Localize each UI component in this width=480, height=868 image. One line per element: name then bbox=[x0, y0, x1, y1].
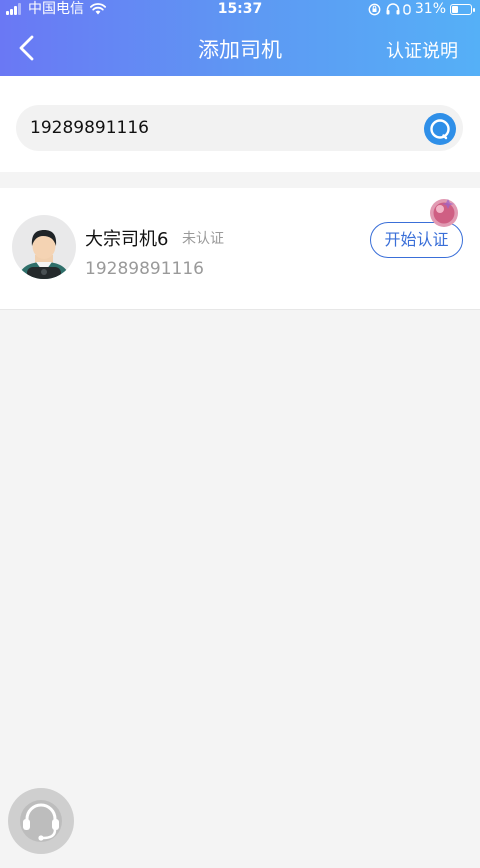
search-section bbox=[0, 76, 480, 172]
search-icon bbox=[430, 119, 450, 140]
battery-icon bbox=[450, 3, 475, 15]
certification-status: 未认证 bbox=[182, 231, 224, 247]
orientation-lock-icon bbox=[368, 3, 381, 15]
driver-card[interactable]: 大宗司机6 未认证 19289891116 开始认证 bbox=[0, 188, 480, 310]
floating-bubble-icon[interactable] bbox=[428, 196, 460, 228]
headset-icon bbox=[20, 800, 62, 842]
status-right: 31% bbox=[368, 0, 475, 18]
app-header: 中国电信 15:37 31% 添加司机 认证说明 bbox=[0, 0, 480, 76]
search-input[interactable] bbox=[30, 105, 410, 151]
battery-level bbox=[452, 5, 458, 13]
status-bar: 中国电信 15:37 31% bbox=[0, 0, 480, 18]
driver-avatar-icon bbox=[18, 230, 70, 279]
headphones-icon bbox=[386, 3, 400, 15]
avatar bbox=[12, 215, 76, 279]
customer-service-button[interactable] bbox=[8, 788, 74, 854]
certification-info-link[interactable]: 认证说明 bbox=[386, 37, 458, 63]
search-button[interactable] bbox=[424, 113, 456, 145]
search-box bbox=[16, 105, 463, 151]
driver-name: 大宗司机6 bbox=[85, 229, 169, 250]
alarm-icon bbox=[403, 4, 411, 15]
driver-phone: 19289891116 bbox=[85, 259, 204, 279]
battery-percent: 31% bbox=[414, 1, 446, 17]
